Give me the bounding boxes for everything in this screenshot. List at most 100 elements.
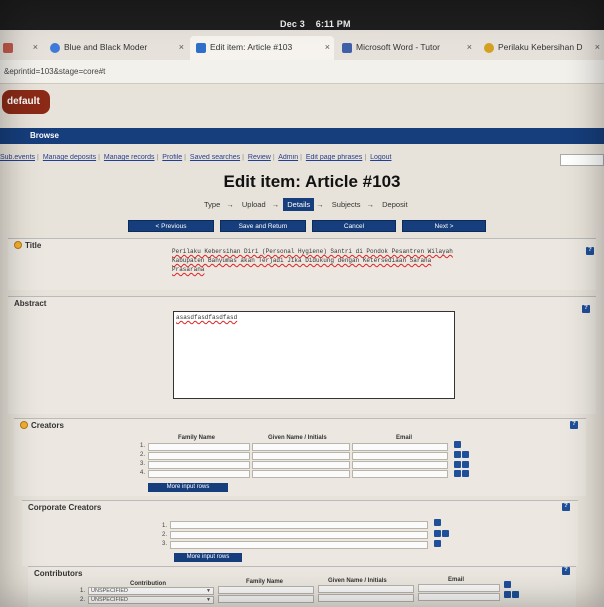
corporate-creators-heading: Corporate Creators <box>28 503 102 512</box>
browser-tab-strip: × Blue and Black Moder × Edit item: Arti… <box>0 30 604 60</box>
given-name-input[interactable] <box>318 585 414 593</box>
corporate-name-input[interactable] <box>170 521 428 529</box>
move-down-icon[interactable] <box>512 591 519 598</box>
next-button[interactable]: Next > <box>402 220 486 232</box>
stage-deposit[interactable]: Deposit <box>378 198 411 211</box>
contribution-select[interactable]: UNSPECIFIED ▼ <box>88 587 214 595</box>
tab-close-icon[interactable]: × <box>33 42 38 52</box>
row-number: 2. <box>162 532 168 538</box>
title-input[interactable]: Perilaku Kebersihan Diri (Personal Hygie… <box>172 247 454 275</box>
nav-link-profile[interactable]: Profile <box>162 154 182 161</box>
tab-favicon-icon <box>342 43 352 53</box>
move-up-icon[interactable] <box>454 461 461 468</box>
help-icon[interactable]: ? <box>586 247 594 255</box>
email-input[interactable] <box>352 443 448 451</box>
move-up-icon[interactable] <box>434 530 441 537</box>
tab-microsoft-word[interactable]: Microsoft Word - Tutor × <box>336 36 476 60</box>
contribution-select[interactable]: UNSPECIFIED ▼ <box>88 596 214 604</box>
help-icon[interactable]: ? <box>562 567 570 575</box>
move-up-icon[interactable] <box>454 470 461 477</box>
nav-search-input[interactable] <box>560 154 604 166</box>
corporate-name-input[interactable] <box>170 531 428 539</box>
tab-close-icon[interactable]: × <box>595 42 600 52</box>
email-input[interactable] <box>418 593 500 601</box>
default-button[interactable]: default <box>2 90 50 114</box>
family-name-input[interactable] <box>148 443 250 451</box>
browse-menu[interactable]: Browse <box>30 131 59 140</box>
tab-label: Perilaku Kebersihan D <box>498 42 583 52</box>
contribution-selected-value: UNSPECIFIED <box>91 588 128 594</box>
given-name-input[interactable] <box>252 470 350 478</box>
move-up-icon[interactable] <box>504 591 511 598</box>
move-up-icon[interactable] <box>454 451 461 458</box>
clock-time: 6:11 PM <box>315 19 351 29</box>
chevron-down-icon: ▼ <box>206 597 211 603</box>
family-name-input[interactable] <box>218 586 314 594</box>
tab-close-icon[interactable]: × <box>325 42 330 52</box>
email-input[interactable] <box>352 461 448 469</box>
stage-details[interactable]: Details <box>283 198 315 211</box>
given-name-input[interactable] <box>252 452 350 460</box>
cancel-button[interactable]: Cancel <box>312 220 396 232</box>
more-input-rows-button[interactable]: More input rows <box>174 553 242 562</box>
tab-blue-and-black[interactable]: Blue and Black Moder × <box>44 36 188 60</box>
move-down-icon[interactable] <box>462 461 469 468</box>
more-input-rows-button[interactable]: More input rows <box>148 483 228 492</box>
help-icon[interactable]: ? <box>570 421 578 429</box>
section-heading: Title <box>14 241 41 250</box>
nav-link-sub-events[interactable]: Sub.events <box>0 154 35 161</box>
move-down-icon[interactable] <box>504 581 511 588</box>
corporate-creators-section: Corporate Creators ? 1. 2. 3. More input… <box>22 500 578 566</box>
move-down-icon[interactable] <box>434 519 441 526</box>
corporate-name-input[interactable] <box>170 541 428 549</box>
given-name-input[interactable] <box>318 594 414 602</box>
nav-link-manage-records[interactable]: Manage records <box>104 154 155 161</box>
help-icon[interactable]: ? <box>562 503 570 511</box>
tab-label: Blue and Black Moder <box>64 42 148 52</box>
move-down-icon[interactable] <box>462 451 469 458</box>
tab-close-icon[interactable]: × <box>467 42 472 52</box>
address-bar[interactable]: &eprintid=103&stage=core#t <box>0 60 604 84</box>
nav-link-manage-deposits[interactable]: Manage deposits <box>43 154 96 161</box>
abstract-textarea[interactable]: asasdfasdfasdfasd <box>173 311 455 399</box>
previous-button[interactable]: < Previous <box>128 220 214 232</box>
col-email: Email <box>396 435 413 441</box>
move-up-icon[interactable] <box>434 540 441 547</box>
system-clock[interactable]: Dec 3 6:11 PM <box>280 19 351 29</box>
move-down-icon[interactable] <box>454 441 461 448</box>
tab-perilaku[interactable]: Perilaku Kebersihan D × <box>478 36 604 60</box>
given-name-input[interactable] <box>252 461 350 469</box>
family-name-input[interactable] <box>148 461 250 469</box>
help-icon[interactable]: ? <box>582 305 590 313</box>
email-input[interactable] <box>352 452 448 460</box>
row-number: 1. <box>140 443 146 449</box>
stage-type[interactable]: Type <box>200 198 224 211</box>
move-down-icon[interactable] <box>442 530 449 537</box>
email-input[interactable] <box>352 470 448 478</box>
tab-edit-item[interactable]: Edit item: Article #103 × <box>190 36 334 60</box>
nav-separator: | <box>272 154 275 161</box>
stage-upload[interactable]: Upload <box>238 198 270 211</box>
tab-label: Microsoft Word - Tutor <box>356 42 440 52</box>
family-name-input[interactable] <box>148 470 250 478</box>
family-name-input[interactable] <box>218 595 314 603</box>
arrow-right-icon: → <box>366 200 375 209</box>
email-input[interactable] <box>418 584 500 592</box>
nav-link-edit-page-phrases[interactable]: Edit page phrases <box>306 154 362 161</box>
nav-link-saved-searches[interactable]: Saved searches <box>190 154 240 161</box>
nav-link-admin[interactable]: Admin <box>278 154 298 161</box>
family-name-input[interactable] <box>148 452 250 460</box>
arrow-right-icon: → <box>271 200 280 209</box>
page-viewport: default Browse Sub.events | Manage deposi… <box>0 84 604 607</box>
tab-0[interactable]: × <box>0 36 42 60</box>
stage-subjects[interactable]: Subjects <box>328 198 365 211</box>
tab-close-icon[interactable]: × <box>179 42 184 52</box>
given-name-input[interactable] <box>252 443 350 451</box>
move-down-icon[interactable] <box>462 470 469 477</box>
system-top-bar: Dec 3 6:11 PM <box>0 0 604 30</box>
nav-link-logout[interactable]: Logout <box>370 154 391 161</box>
nav-link-review[interactable]: Review <box>248 154 271 161</box>
save-and-return-button[interactable]: Save and Return <box>220 220 306 232</box>
contributors-section: Contributors ? Contribution Family Name … <box>28 566 576 607</box>
row-number: 3. <box>140 461 146 467</box>
